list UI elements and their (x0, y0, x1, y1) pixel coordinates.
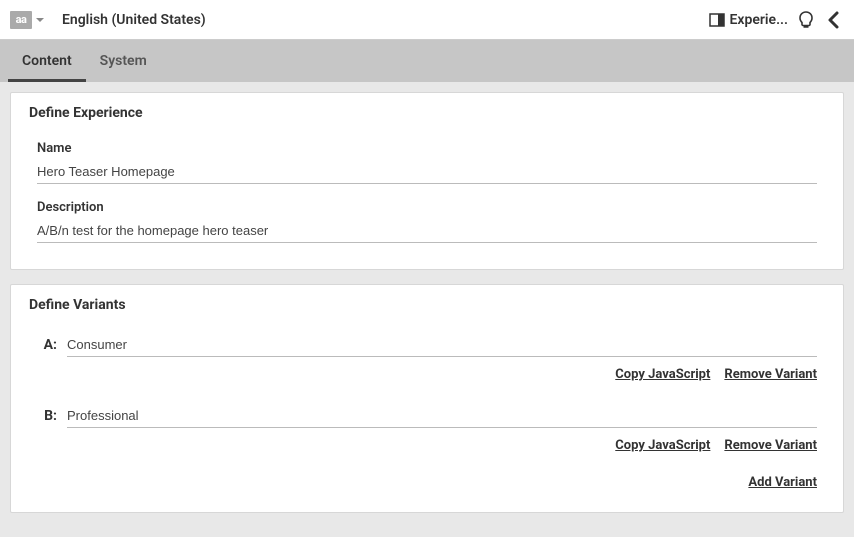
variant-actions: Copy JavaScript Remove Variant (29, 438, 817, 453)
variants-panel-title: Define Variants (29, 297, 825, 313)
variant-row: A: (37, 333, 817, 357)
lightbulb-icon (796, 10, 816, 30)
variant-letter: A: (37, 337, 67, 353)
language-label: English (United States) (62, 12, 206, 28)
name-input[interactable] (37, 160, 817, 184)
experience-button[interactable]: Experie... (709, 12, 788, 28)
name-label: Name (37, 141, 817, 156)
add-variant-link[interactable]: Add Variant (748, 475, 817, 490)
variant-name-input[interactable] (67, 333, 817, 357)
tabbar: Content System (0, 40, 854, 82)
back-button[interactable] (824, 10, 844, 30)
variant-name-input[interactable] (67, 404, 817, 428)
add-variant-row: Add Variant (37, 475, 817, 490)
name-field: Name (37, 141, 817, 184)
content-area: Define Experience Name Description Defin… (0, 82, 854, 537)
hint-button[interactable] (796, 10, 816, 30)
chevron-left-icon (824, 10, 844, 30)
description-input[interactable] (37, 219, 817, 243)
variant-letter: B: (37, 408, 67, 424)
language-dropdown-toggle[interactable] (36, 18, 44, 22)
variant-actions: Copy JavaScript Remove Variant (29, 367, 817, 382)
remove-variant-link[interactable]: Remove Variant (724, 367, 817, 382)
description-label: Description (37, 200, 817, 215)
variant-row: B: (37, 404, 817, 428)
copy-javascript-link[interactable]: Copy JavaScript (615, 367, 710, 382)
copy-javascript-link[interactable]: Copy JavaScript (615, 438, 710, 453)
experience-panel-title: Define Experience (29, 105, 825, 121)
tab-content[interactable]: Content (8, 41, 86, 82)
topbar: aa English (United States) Experie... (0, 0, 854, 40)
description-field: Description (37, 200, 817, 243)
experience-button-label: Experie... (729, 12, 788, 28)
language-icon: aa (10, 11, 32, 29)
variants-panel: Define Variants A: Copy JavaScript Remov… (10, 284, 844, 513)
experience-panel: Define Experience Name Description (10, 92, 844, 270)
panel-icon (709, 12, 725, 28)
remove-variant-link[interactable]: Remove Variant (724, 438, 817, 453)
tab-system[interactable]: System (86, 41, 161, 82)
